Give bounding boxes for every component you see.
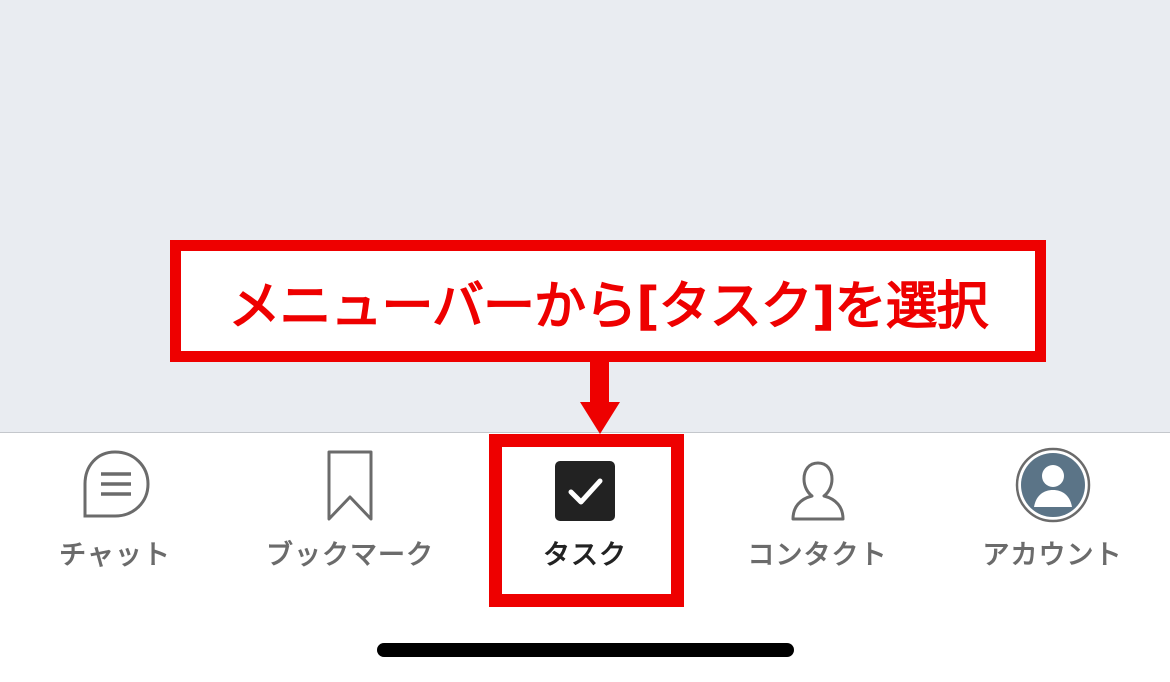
- bookmark-icon: [290, 433, 410, 523]
- home-indicator[interactable]: [377, 643, 794, 657]
- tab-bookmark[interactable]: ブックマーク: [250, 433, 450, 573]
- annotation-callout: メニューバーから[タスク]を選択: [170, 240, 1046, 362]
- tab-bookmark-label: ブックマーク: [266, 540, 434, 571]
- chat-bubble-icon: [55, 433, 175, 523]
- annotation-callout-text: メニューバーから[タスク]を選択: [228, 276, 988, 337]
- tab-account[interactable]: アカウント: [970, 433, 1135, 573]
- tab-contact-label: コンタクト: [747, 540, 888, 571]
- content-area: [0, 0, 1170, 433]
- account-avatar-icon: [993, 433, 1113, 523]
- tab-chat-label: チャット: [59, 540, 171, 571]
- tab-chat[interactable]: チャット: [40, 433, 190, 573]
- tab-account-label: アカウント: [982, 540, 1123, 571]
- annotation-arrow-down-icon: [580, 402, 620, 434]
- contact-person-icon: [758, 433, 878, 523]
- annotation-highlight-box: [489, 434, 684, 607]
- tab-contact[interactable]: コンタクト: [735, 433, 900, 573]
- annotation-arrow-shaft: [590, 362, 609, 404]
